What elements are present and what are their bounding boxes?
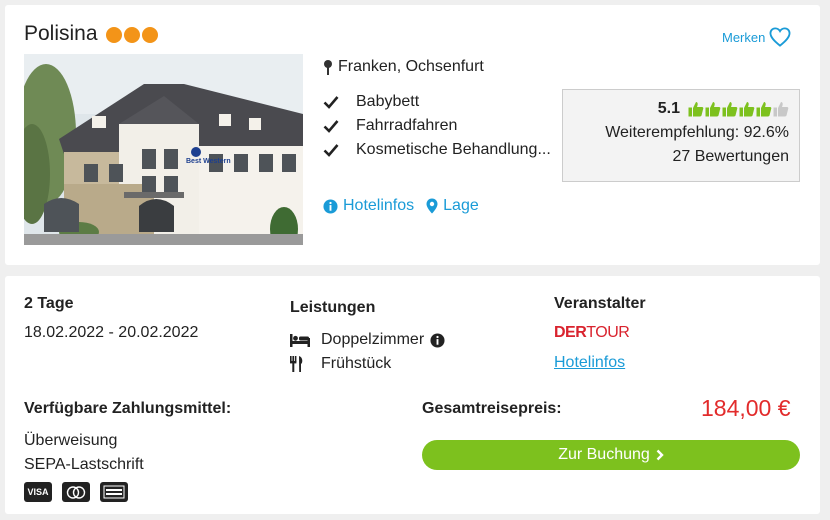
total-price: 184,00 € (701, 395, 791, 421)
list-item: Doppelzimmer (290, 328, 445, 352)
lage-link[interactable]: Lage (426, 197, 479, 215)
list-item: Babybett (323, 90, 551, 114)
mastercard-icon (62, 482, 90, 502)
thumb-up-icon (705, 102, 721, 117)
operator-hotelinfos-link[interactable]: Hotelinfos (554, 354, 625, 372)
payment-method: SEPA-Lastschrift (24, 456, 144, 473)
bed-icon (290, 333, 321, 347)
payment-title: Verfügbare Zahlungsmittel: (24, 400, 232, 417)
feature-label: Babybett (356, 93, 420, 110)
merken-label: Merken (722, 29, 766, 45)
check-icon (323, 143, 356, 157)
rating-box[interactable]: 5.1 Weiterempfehlung: 92.6% 27 Bewertung… (562, 89, 800, 182)
list-item: Fahrradfahren (323, 114, 551, 138)
star-icon (124, 27, 140, 43)
hotel-links: Hotelinfos Lage (323, 197, 479, 215)
hotelinfos-link[interactable]: Hotelinfos (323, 197, 414, 215)
cutlery-icon (290, 356, 321, 372)
thumb-up-icon (688, 102, 704, 117)
info-icon[interactable] (430, 332, 445, 348)
feature-label: Kosmetische Behandlung... (356, 141, 551, 158)
visa-icon: VISA (24, 482, 52, 502)
amex-icon (100, 482, 128, 502)
review-count: 27 Bewertungen (672, 148, 789, 165)
hotel-name[interactable]: Polisina (24, 22, 98, 46)
duration: 2 Tage (24, 295, 74, 312)
visa-label: VISA (27, 487, 49, 497)
recommendation-rate: Weiterempfehlung: 92.6% (605, 124, 789, 141)
services-title: Leistungen (290, 299, 376, 316)
logo-tour: TOUR (586, 324, 630, 341)
map-marker-icon (426, 198, 438, 214)
rating-score-row: 5.1 (573, 100, 789, 118)
payment-method: Überweisung (24, 432, 118, 449)
thumb-up-icon (722, 102, 738, 117)
offer-card: 2 Tage 18.02.2022 - 20.02.2022 Leistunge… (5, 276, 820, 514)
star-icon (106, 27, 122, 43)
travel-dates: 18.02.2022 - 20.02.2022 (24, 324, 199, 341)
booking-label: Zur Buchung (558, 446, 650, 463)
thumb-up-icon (773, 102, 789, 117)
location-text: Franken, Ochsenfurt (338, 58, 484, 75)
services-list: Doppelzimmer Frühstück (290, 328, 445, 376)
heart-icon (769, 27, 791, 47)
hotel-sign: Best Western (186, 158, 231, 165)
list-item: Frühstück (290, 352, 445, 376)
merken-button[interactable]: Merken (722, 27, 791, 47)
rating-thumbs (688, 101, 789, 117)
service-label: Frühstück (321, 355, 392, 372)
total-label: Gesamtreisepreis: (422, 400, 562, 417)
booking-button[interactable]: Zur Buchung (422, 440, 800, 470)
hotelinfos-label: Hotelinfos (343, 197, 415, 214)
check-icon (323, 119, 356, 133)
check-icon (323, 95, 356, 109)
payment-cards: VISA (24, 482, 128, 502)
logo-der: DER (554, 324, 587, 341)
list-item: Kosmetische Behandlung... (323, 138, 551, 162)
feature-list: Babybett Fahrradfahren Kosmetische Behan… (323, 90, 551, 162)
star-icon (142, 27, 158, 43)
hotel-card: Polisina Merken Best Western Franken, Oc… (5, 5, 820, 265)
operator-title: Veranstalter (554, 295, 646, 312)
hotel-star-rating (106, 27, 158, 43)
thumb-up-icon (739, 102, 755, 117)
map-pin-icon (324, 60, 332, 75)
hotel-image[interactable]: Best Western (24, 54, 303, 245)
dertour-logo: DERTOUR (554, 324, 630, 342)
chevron-right-icon (656, 449, 664, 461)
thumb-up-icon (756, 102, 772, 117)
service-label: Doppelzimmer (321, 331, 425, 348)
hotel-location: Franken, Ochsenfurt (323, 58, 484, 76)
lage-label: Lage (443, 197, 479, 214)
rating-score: 5.1 (657, 100, 680, 117)
feature-label: Fahrradfahren (356, 117, 458, 134)
info-icon (323, 198, 338, 214)
